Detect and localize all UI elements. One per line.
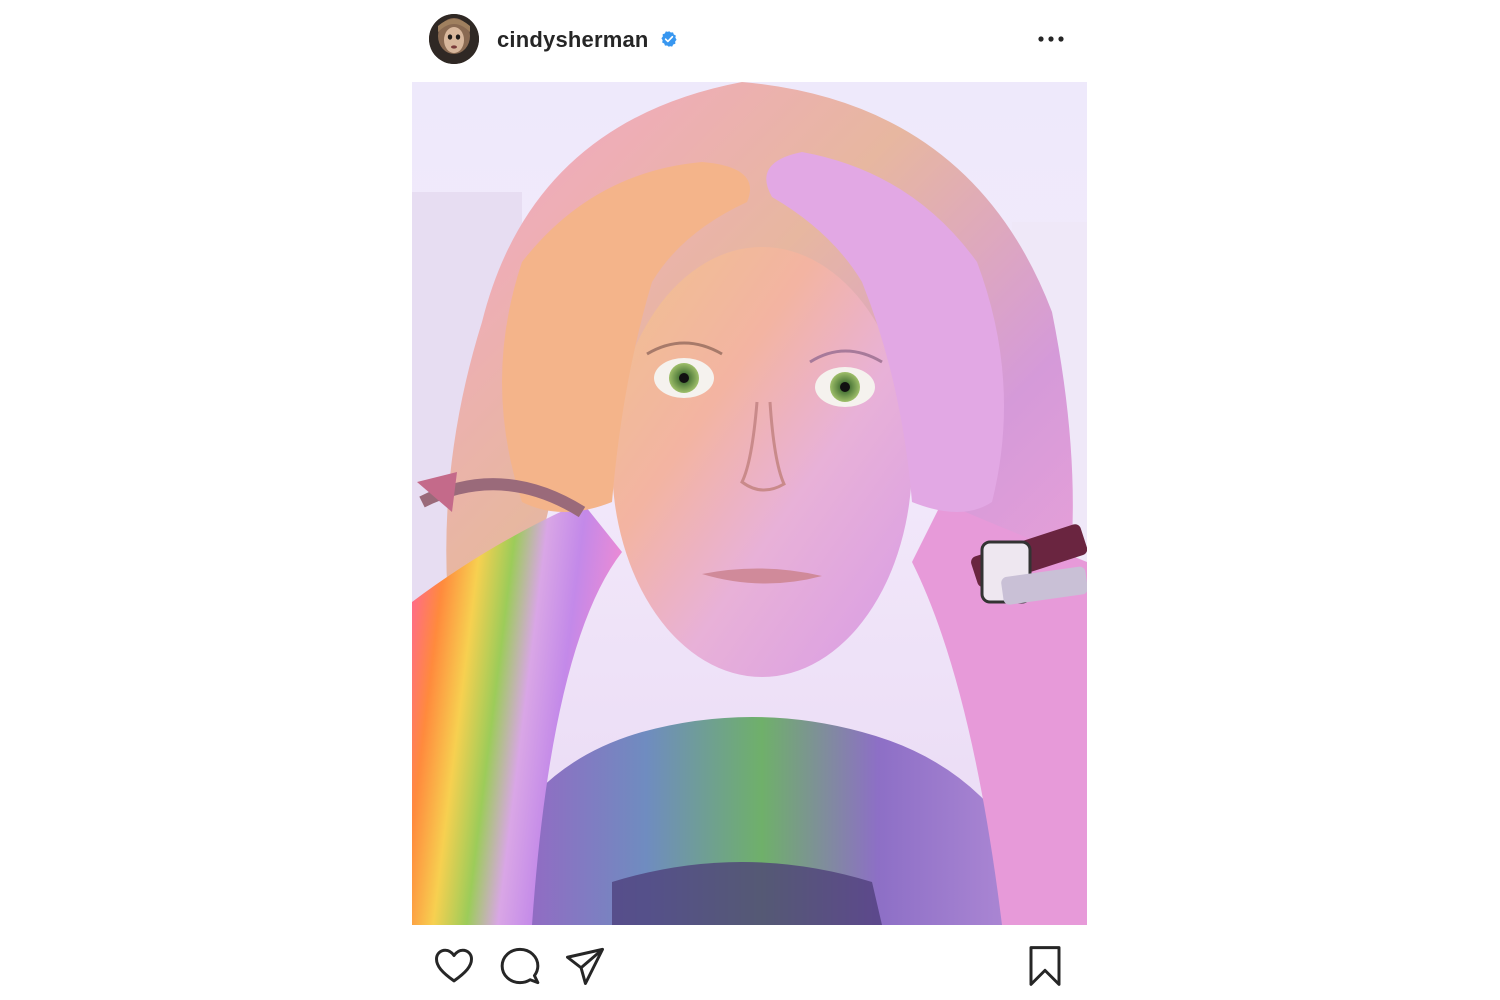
- share-button[interactable]: [564, 945, 606, 987]
- post-header: cindysherman: [412, 0, 1087, 82]
- selfie-image: [412, 82, 1087, 925]
- more-options-icon[interactable]: [1036, 28, 1066, 50]
- instagram-post: cindysherman: [412, 0, 1087, 1000]
- verified-badge-icon: [661, 31, 677, 47]
- username[interactable]: cindysherman: [497, 26, 649, 54]
- post-actions-bar: [412, 925, 1087, 1000]
- paper-plane-icon: [566, 947, 604, 985]
- comment-button[interactable]: [499, 945, 541, 987]
- post-photo[interactable]: [412, 82, 1087, 925]
- comment-bubble-icon: [500, 947, 540, 985]
- heart-icon: [435, 948, 473, 983]
- avatar-image: [429, 14, 479, 64]
- profile-avatar[interactable]: [429, 14, 479, 64]
- like-button[interactable]: [433, 945, 475, 987]
- save-button[interactable]: [1024, 945, 1066, 987]
- bookmark-icon: [1029, 946, 1061, 986]
